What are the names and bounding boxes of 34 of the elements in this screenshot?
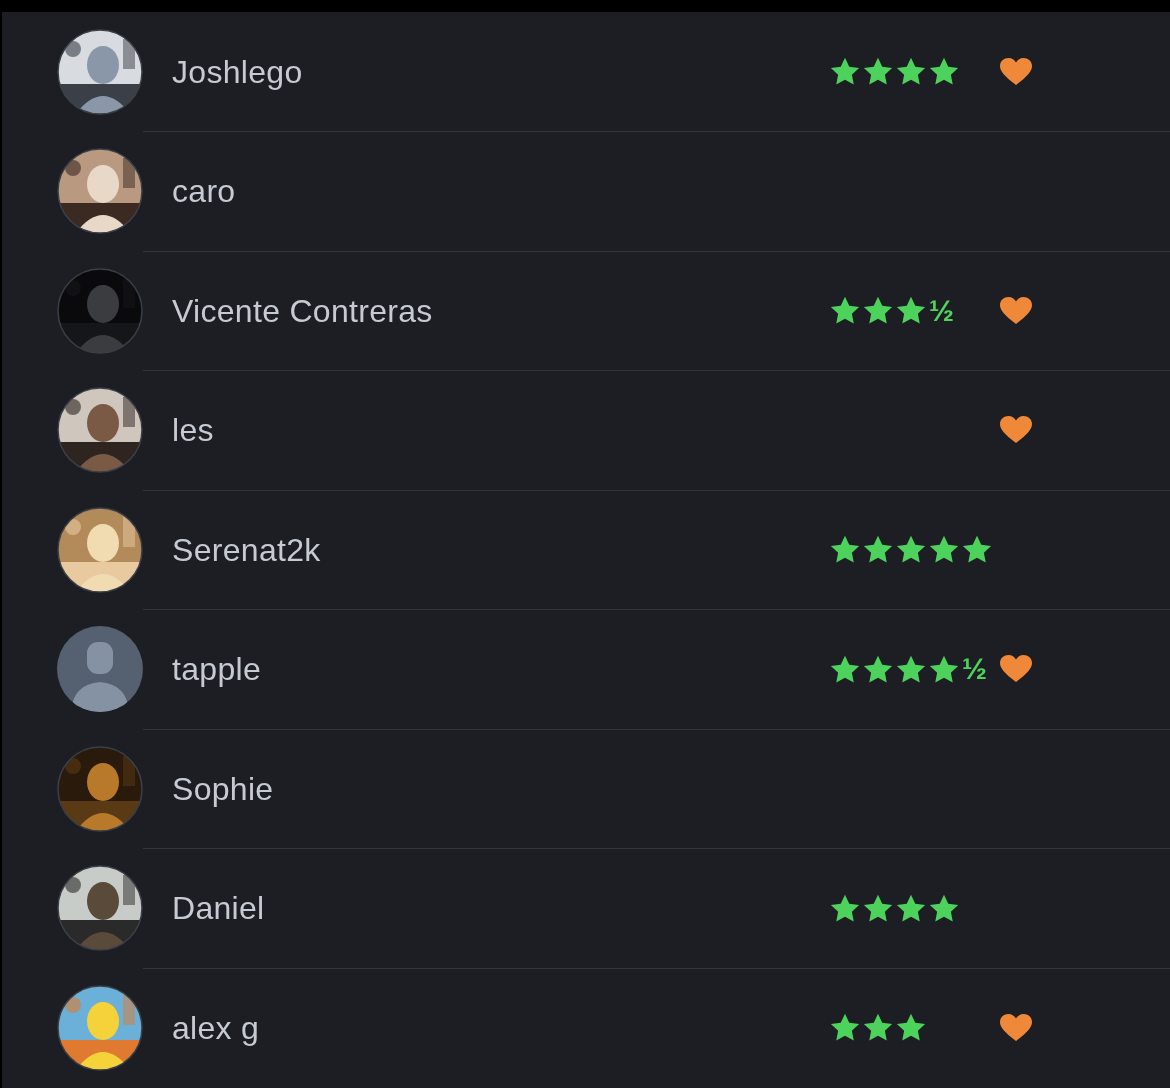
star-icon <box>929 654 959 684</box>
star-icon <box>863 57 893 87</box>
star-icon <box>929 893 959 923</box>
user-name[interactable]: Sophie <box>172 770 274 807</box>
user-name[interactable]: alex g <box>172 1009 260 1046</box>
star-icon <box>830 296 860 326</box>
star-icon <box>962 535 992 565</box>
star-icon <box>896 1013 926 1043</box>
star-icon <box>929 535 959 565</box>
star-icon <box>830 535 860 565</box>
user-name[interactable]: caro <box>172 173 236 210</box>
star-icon <box>896 893 926 923</box>
user-name[interactable]: tapple <box>172 651 261 688</box>
star-icon <box>863 535 893 565</box>
star-icon <box>863 296 893 326</box>
user-name[interactable]: les <box>172 412 214 449</box>
star-icon <box>863 654 893 684</box>
star-icon <box>830 1013 860 1043</box>
star-icon <box>863 1013 893 1043</box>
star-icon <box>830 654 860 684</box>
star-icon <box>896 57 926 87</box>
star-icon <box>896 535 926 565</box>
user-name[interactable]: Joshlego <box>172 53 303 90</box>
star-icon <box>830 57 860 87</box>
star-icon <box>863 893 893 923</box>
star-icon <box>896 654 926 684</box>
star-icon <box>896 296 926 326</box>
half-rating-label: ½ <box>962 654 988 685</box>
user-name[interactable]: Vicente Contreras <box>172 292 433 329</box>
half-rating-label: ½ <box>929 295 955 326</box>
star-icon <box>830 893 860 923</box>
star-icon <box>929 57 959 87</box>
user-name[interactable]: Daniel <box>172 890 265 927</box>
user-name[interactable]: Serenat2k <box>172 531 321 568</box>
